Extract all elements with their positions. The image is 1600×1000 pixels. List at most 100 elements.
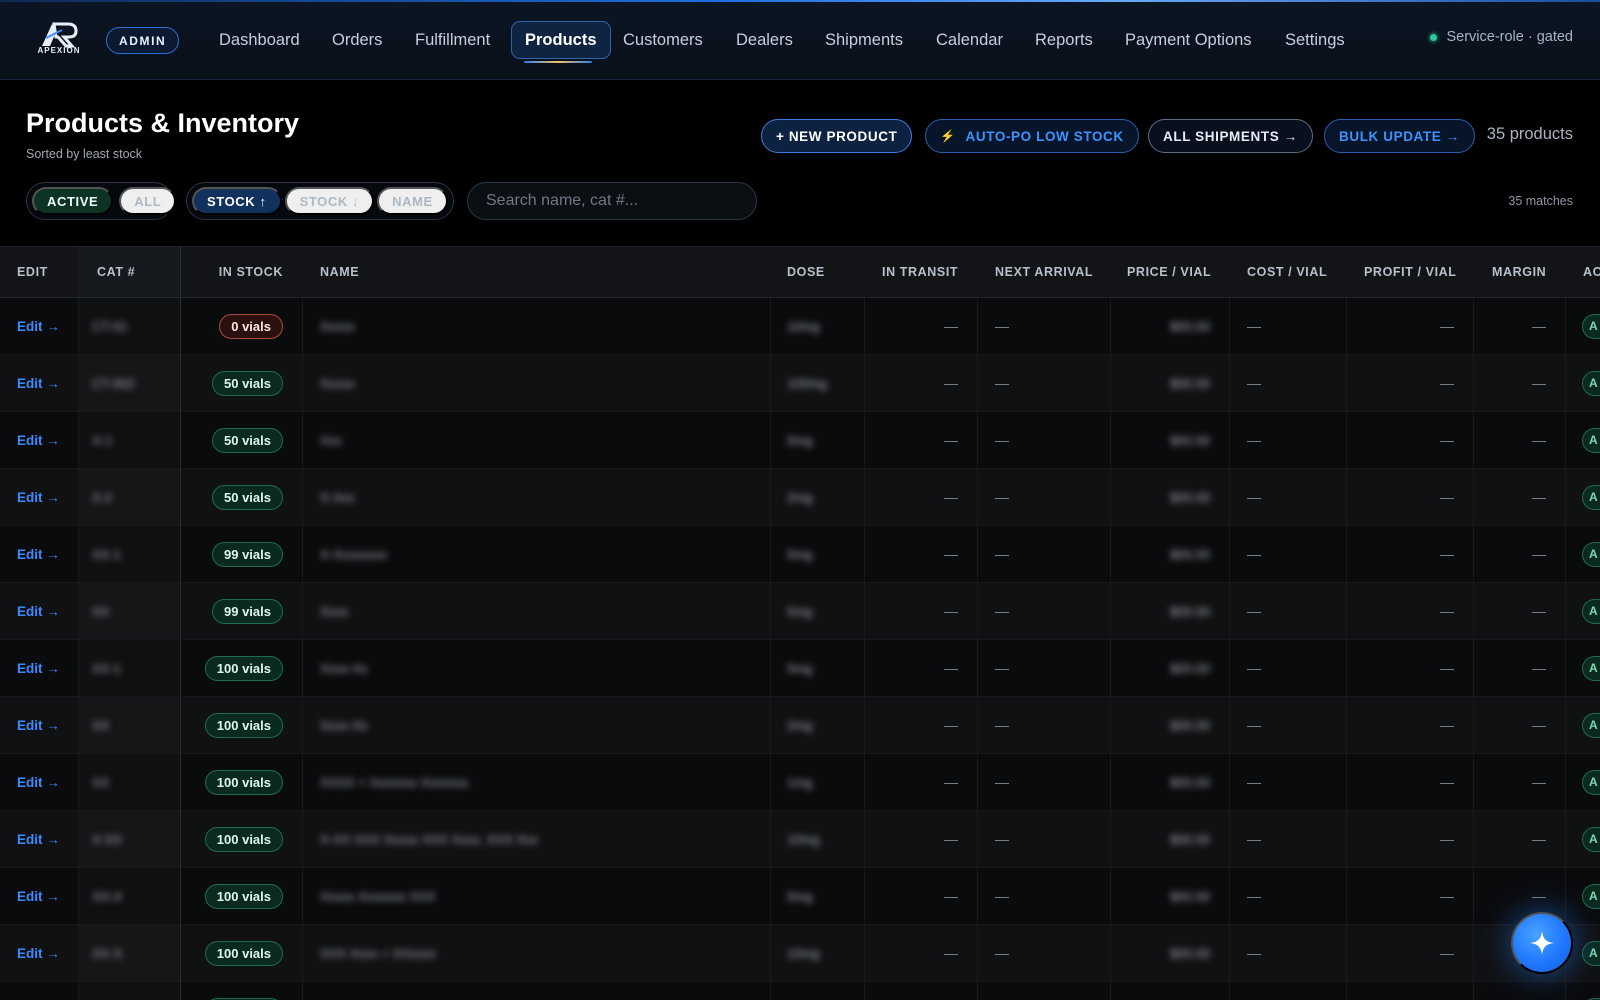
margin-value: —: [1532, 489, 1546, 505]
search-input[interactable]: [467, 182, 757, 220]
dose-value: 5mg: [787, 432, 813, 448]
column-divider: [864, 412, 865, 468]
action-badge[interactable]: A: [1582, 598, 1600, 624]
edit-link[interactable]: Edit →: [17, 775, 60, 790]
column-header-price[interactable]: PRICE / VIAL: [1127, 247, 1211, 297]
edit-link[interactable]: Edit →: [17, 433, 60, 448]
margin-value: —: [1532, 432, 1546, 448]
edit-link[interactable]: Edit →: [17, 547, 60, 562]
filter-active[interactable]: ACTIVE: [32, 187, 114, 215]
action-badge[interactable]: A: [1582, 484, 1600, 510]
in-transit-value: —: [944, 660, 958, 676]
nav-tab-customers[interactable]: Customers: [610, 21, 716, 59]
sort-name[interactable]: NAME: [377, 187, 448, 215]
new-product-button[interactable]: + NEW PRODUCT: [761, 119, 913, 153]
column-divider: [302, 412, 303, 468]
column-divider: [770, 640, 771, 696]
profit-value: —: [1440, 945, 1454, 961]
sort-stock-desc[interactable]: STOCK ↓: [284, 187, 375, 215]
column-divider: [1229, 868, 1230, 924]
edit-link[interactable]: Edit →: [17, 661, 60, 676]
nav-tab-orders[interactable]: Orders: [319, 21, 395, 59]
nav-tab-fulfillment[interactable]: Fulfillment: [402, 21, 503, 59]
table-row: Edit → CT-002 50 vials Xxxxx 100mg — — $00.00 — —…: [0, 355, 1600, 412]
column-header-profit[interactable]: PROFIT / VIAL: [1364, 247, 1457, 297]
column-header-cost[interactable]: COST / VIAL: [1247, 247, 1327, 297]
action-badge[interactable]: A: [1582, 883, 1600, 909]
apexion-logo[interactable]: APEXION: [28, 20, 90, 56]
column-header-dose[interactable]: DOSE: [787, 247, 825, 297]
price-value: $00.00: [1170, 774, 1210, 790]
sort-stock-asc[interactable]: STOCK ↑: [192, 187, 282, 215]
nav-tab-dealers[interactable]: Dealers: [723, 21, 806, 59]
column-divider: [78, 754, 79, 810]
column-divider: [770, 754, 771, 810]
nav-tab-payment-options[interactable]: Payment Options: [1112, 21, 1265, 59]
column-divider: [864, 811, 865, 867]
column-divider: [78, 868, 79, 924]
table-row: Edit → X-2 50 vials X-Xxx 2mg — — $00.00 — — — A: [0, 469, 1600, 526]
edit-link[interactable]: Edit →: [17, 718, 60, 733]
column-divider: [1229, 982, 1230, 1000]
product-name: Xxx: [320, 432, 342, 448]
stock-badge: 100 vials: [204, 712, 283, 738]
sort-toggle: STOCK ↑ STOCK ↓ NAME: [186, 182, 454, 220]
stock-badge: 0 vials: [219, 313, 283, 339]
column-header-cat[interactable]: CAT #: [78, 247, 180, 297]
column-divider: [302, 355, 303, 411]
nav-tab-dashboard[interactable]: Dashboard: [206, 21, 313, 59]
nav-tab-calendar[interactable]: Calendar: [923, 21, 1016, 59]
column-divider: [1565, 298, 1566, 354]
action-badge[interactable]: A: [1582, 313, 1600, 339]
table-row: Edit → X-1 50 vials Xxx 5mg — — $00.00 — — — A: [0, 412, 1600, 469]
bulk-update-button[interactable]: BULK UPDATE →: [1324, 119, 1475, 153]
column-divider: [1565, 526, 1566, 582]
nav-tab-settings[interactable]: Settings: [1272, 21, 1358, 59]
column-header-margin[interactable]: MARGIN: [1492, 247, 1546, 297]
price-value: $00.00: [1170, 318, 1210, 334]
cat-number: XX-X: [92, 888, 123, 904]
action-badge[interactable]: A: [1582, 541, 1600, 567]
column-header-in-stock[interactable]: IN STOCK: [181, 247, 283, 297]
lightning-icon: ⚡: [940, 129, 956, 143]
filter-all[interactable]: ALL: [119, 187, 177, 215]
column-divider: [302, 640, 303, 696]
nav-tab-shipments[interactable]: Shipments: [812, 21, 916, 59]
service-status-text: Service-role · gated: [1446, 29, 1573, 45]
column-divider: [864, 298, 865, 354]
action-badge[interactable]: A: [1582, 427, 1600, 453]
edit-link[interactable]: Edit →: [17, 604, 60, 619]
table-row: Edit → CT-01 0 vials Xxxxx 10mg — — $00.00 — — — A: [0, 298, 1600, 355]
next-arrival-value: —: [995, 432, 1009, 448]
all-shipments-button[interactable]: ALL SHIPMENTS →: [1148, 119, 1313, 153]
column-header-in-transit[interactable]: IN TRANSIT: [882, 247, 958, 297]
action-badge[interactable]: A: [1582, 655, 1600, 681]
profit-value: —: [1440, 717, 1454, 733]
product-name: X-XX XXX Xxxxx XXX Xxxx, XXX Xxx: [320, 831, 539, 847]
column-header-next-arrival[interactable]: NEXT ARRIVAL: [995, 247, 1093, 297]
nav-tab-products[interactable]: Products: [511, 21, 611, 59]
stock-badge: 99 vials: [212, 541, 283, 567]
auto-po-low-stock-button[interactable]: ⚡ AUTO-PO LOW STOCK: [925, 119, 1139, 153]
cat-number: XX-1: [92, 660, 121, 676]
action-badge[interactable]: A: [1582, 370, 1600, 396]
product-name: Xxxx: [320, 603, 349, 619]
column-header-name[interactable]: NAME: [320, 247, 359, 297]
dose-value: 100mg: [787, 375, 827, 391]
edit-link[interactable]: Edit →: [17, 832, 60, 847]
assistant-fab-button[interactable]: [1511, 912, 1573, 974]
column-divider: [864, 640, 865, 696]
action-badge[interactable]: A: [1582, 826, 1600, 852]
edit-link[interactable]: Edit →: [17, 490, 60, 505]
edit-link[interactable]: Edit →: [17, 319, 60, 334]
edit-link[interactable]: Edit →: [17, 946, 60, 961]
action-badge[interactable]: A: [1582, 940, 1600, 966]
action-badge[interactable]: A: [1582, 769, 1600, 795]
edit-link[interactable]: Edit →: [17, 376, 60, 391]
product-name: XXX Xxxx + XXxxxx: [320, 945, 436, 961]
action-badge[interactable]: A: [1582, 712, 1600, 738]
edit-link[interactable]: Edit →: [17, 889, 60, 904]
profit-value: —: [1440, 831, 1454, 847]
product-name: XXXX + Xxxxxxx Xxxxxxx: [320, 774, 469, 790]
nav-tab-reports[interactable]: Reports: [1022, 21, 1106, 59]
